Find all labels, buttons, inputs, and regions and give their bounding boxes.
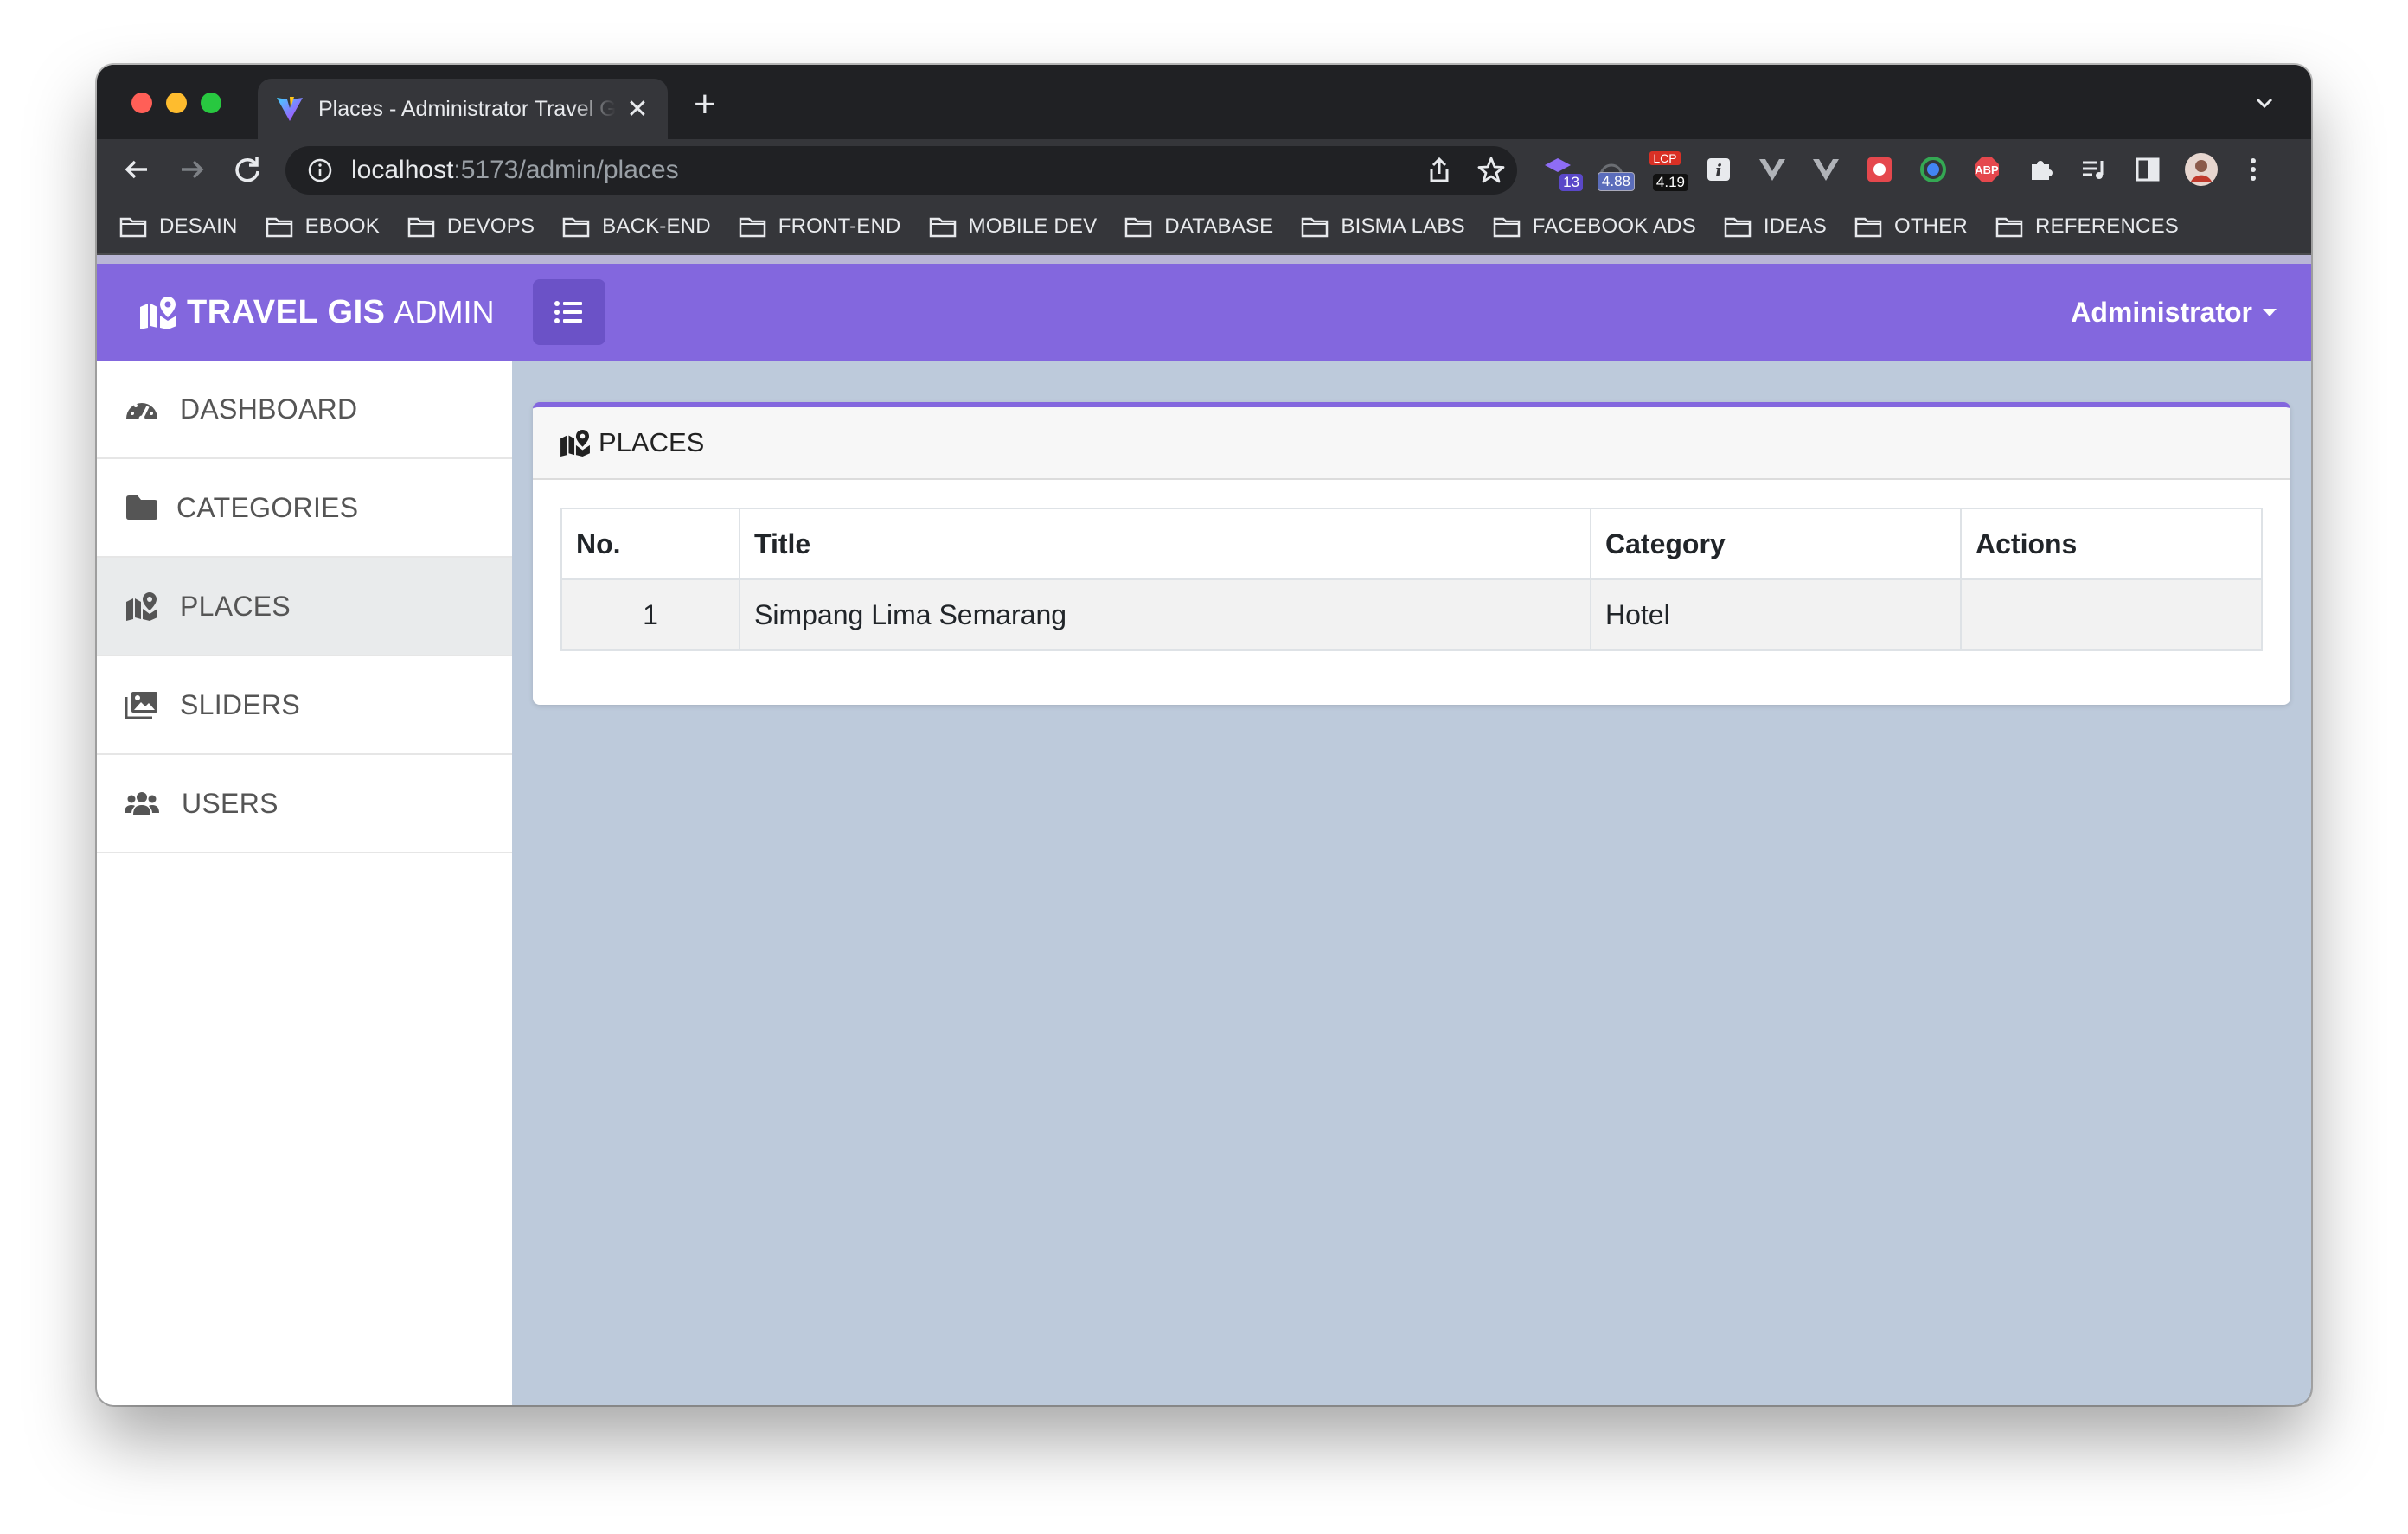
brand-name: TRAVEL GIS (187, 293, 386, 330)
dashboard-icon (126, 403, 157, 422)
bookmark-folder[interactable]: IDEAS (1724, 214, 1827, 239)
info-icon[interactable]: i (1699, 150, 1739, 189)
sidebar-item-sliders[interactable]: SLIDERS (97, 656, 512, 755)
vue-devtools-icon[interactable] (1752, 150, 1792, 189)
folder-icon (1724, 217, 1752, 238)
address-bar[interactable]: localhost:5173/admin/places (285, 146, 1517, 195)
column-header: No. (560, 508, 740, 580)
cell-number: 1 (560, 578, 740, 651)
folder-icon (1493, 217, 1521, 238)
user-dropdown[interactable]: Administrator (2071, 264, 2277, 361)
tab-title: Places - Administrator Travel GIS (318, 96, 616, 121)
folder-icon (119, 217, 147, 238)
forward-arrow-icon[interactable] (175, 152, 209, 187)
bookmark-folder[interactable]: MOBILE DEV (929, 214, 1098, 239)
tab-close-icon[interactable]: ✕ (624, 94, 650, 125)
close-window-button[interactable] (131, 93, 152, 113)
user-name: Administrator (2071, 296, 2252, 328)
svg-text:i: i (1715, 160, 1722, 181)
folder-icon (1125, 217, 1152, 238)
folder-icon (562, 217, 590, 238)
brand-logo[interactable]: TRAVEL GIS ADMIN (138, 264, 495, 361)
card-title: PLACES (599, 427, 705, 457)
active-tab[interactable]: Places - Administrator Travel GIS ✕ (258, 79, 668, 139)
folder-icon (1995, 217, 2023, 238)
wappalyzer-icon[interactable]: 13 (1538, 150, 1583, 191)
sidebar-item-places[interactable]: PLACES (97, 558, 512, 656)
colorzilla-icon[interactable] (1913, 150, 1953, 189)
bookmark-folder[interactable]: BACK-END (562, 214, 711, 239)
folder-icon (929, 217, 956, 238)
bookmark-folder[interactable]: EBOOK (266, 214, 380, 239)
new-tab-button[interactable]: + (694, 86, 716, 124)
sidebar: DASHBOARD CATEGORIES PLACES SLIDERS USER… (97, 361, 512, 1405)
bookmark-folder[interactable]: FACEBOOK ADS (1493, 214, 1696, 239)
bookmark-folder[interactable]: DEVOPS (407, 214, 535, 239)
tab-strip: Places - Administrator Travel GIS ✕ + (97, 65, 2311, 139)
minimize-window-button[interactable] (166, 93, 187, 113)
url-path: :5173/admin/places (453, 156, 679, 184)
column-header: Title (739, 508, 1591, 580)
column-header: Actions (1960, 508, 2263, 580)
places-table: No. Title Category Actions 1 Simpang Lim… (560, 508, 2263, 651)
page-top-strip (97, 255, 2311, 264)
speed-icon[interactable]: 4.88 (1591, 150, 1635, 191)
bookmark-folder[interactable]: DESAIN (119, 214, 238, 239)
folder-icon (739, 217, 766, 238)
card-header: PLACES (533, 407, 2290, 480)
red-ext-icon[interactable] (1860, 150, 1899, 189)
app-viewport: TRAVEL GIS ADMIN Administrator DASHBOARD… (97, 255, 2311, 1405)
bookmarks-bar: DESAIN EBOOK DEVOPS BACK-END FRONT-END M… (97, 200, 2311, 255)
table-header-row: No. Title Category Actions (560, 508, 2263, 580)
folder-icon (407, 217, 435, 238)
users-icon (125, 792, 159, 815)
avatar[interactable] (2181, 150, 2221, 189)
list-icon (554, 301, 582, 323)
vue-devtools-icon-2[interactable] (1806, 150, 1846, 189)
lcp-icon[interactable]: LCP 4.19 (1645, 150, 1688, 191)
bookmark-star-icon[interactable] (1476, 155, 1507, 186)
site-info-icon[interactable] (306, 157, 334, 184)
table-row[interactable]: 1 Simpang Lima Semarang Hotel (560, 578, 2263, 651)
sidebar-item-categories[interactable]: CATEGORIES (97, 459, 512, 558)
column-header: Category (1590, 508, 1962, 580)
sidebar-item-users[interactable]: USERS (97, 755, 512, 853)
bookmark-folder[interactable]: DATABASE (1124, 214, 1273, 239)
bookmark-folder[interactable]: BISMA LABS (1301, 214, 1465, 239)
adblock-icon[interactable]: ABP (1967, 150, 2007, 189)
bookmark-folder[interactable]: REFERENCES (1995, 214, 2179, 239)
bookmark-folder[interactable]: OTHER (1854, 214, 1968, 239)
browser-toolbar: localhost:5173/admin/places 13 4.88 LCP … (97, 139, 2311, 200)
vite-favicon-icon (277, 97, 303, 121)
kebab-menu-icon[interactable] (2233, 150, 2273, 189)
map-marked-icon (140, 297, 176, 329)
url-host: localhost (351, 156, 454, 184)
cell-actions (1960, 578, 2263, 651)
folder-icon (1302, 217, 1329, 238)
map-marker-icon (560, 429, 590, 457)
browser-window: Places - Administrator Travel GIS ✕ + lo… (97, 65, 2311, 1405)
places-card: PLACES No. Title Category Actions 1 Simp… (533, 402, 2290, 705)
sidebar-item-dashboard[interactable]: DASHBOARD (97, 361, 512, 459)
map-marker-icon (126, 592, 157, 621)
reload-icon[interactable] (230, 152, 265, 187)
folder-icon (126, 495, 157, 520)
share-icon[interactable] (1424, 155, 1455, 186)
tab-search-chevron-icon[interactable] (2249, 87, 2280, 118)
puzzle-icon[interactable] (2021, 150, 2060, 189)
brand-suffix: ADMIN (394, 294, 495, 329)
sidepanel-icon[interactable] (2128, 150, 2168, 189)
media-icon[interactable] (2074, 150, 2114, 189)
back-arrow-icon[interactable] (119, 152, 154, 187)
sidebar-toggle-button[interactable] (533, 279, 605, 345)
folder-icon (266, 217, 292, 238)
folder-icon (1854, 217, 1882, 238)
cell-title: Simpang Lima Semarang (739, 578, 1591, 651)
caret-down-icon (2263, 308, 2277, 316)
maximize-window-button[interactable] (201, 93, 221, 113)
bookmark-folder[interactable]: FRONT-END (739, 214, 901, 239)
cell-category: Hotel (1590, 578, 1962, 651)
app-navbar: TRAVEL GIS ADMIN Administrator (97, 264, 2311, 361)
images-icon (125, 692, 157, 719)
